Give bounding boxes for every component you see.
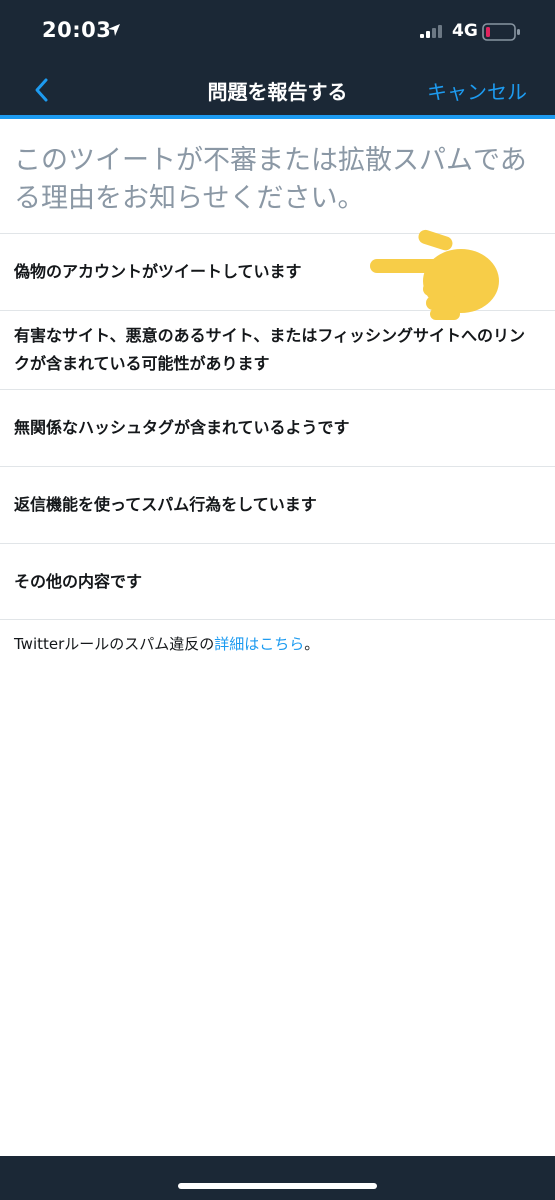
signal-icon (420, 25, 442, 38)
top-bar: 20:03 4G 問題を報告する キャンセル (0, 0, 555, 115)
header-accent-line (0, 115, 555, 119)
report-prompt: このツイートが不審または拡散スパムである理由をお知らせください。 (14, 145, 527, 214)
battery-icon (482, 23, 520, 41)
home-indicator[interactable] (178, 1183, 377, 1189)
footer-note: Twitterルールのスパム違反の詳細はこちら。 (14, 633, 319, 654)
pointing-hand-icon (370, 229, 499, 320)
learn-more-link[interactable]: 詳細はこちら (214, 635, 304, 653)
option-unrelated-hashtags[interactable]: 無関係なハッシュタグが含まれているようです (0, 389, 555, 466)
network-type: 4G (452, 21, 478, 41)
option-other[interactable]: その他の内容です (0, 543, 555, 620)
cancel-button[interactable]: キャンセル (427, 76, 527, 105)
location-arrow-icon (108, 24, 120, 36)
footer-end: 。 (304, 635, 320, 653)
footer-text: Twitterルールのスパム違反の (14, 635, 215, 653)
nav-bar: 問題を報告する キャンセル (0, 62, 555, 115)
status-time: 20:03 (42, 18, 112, 42)
home-bar (0, 1156, 555, 1200)
option-reply-spam[interactable]: 返信機能を使ってスパム行為をしています (0, 466, 555, 543)
status-bar: 20:03 4G (0, 0, 555, 62)
